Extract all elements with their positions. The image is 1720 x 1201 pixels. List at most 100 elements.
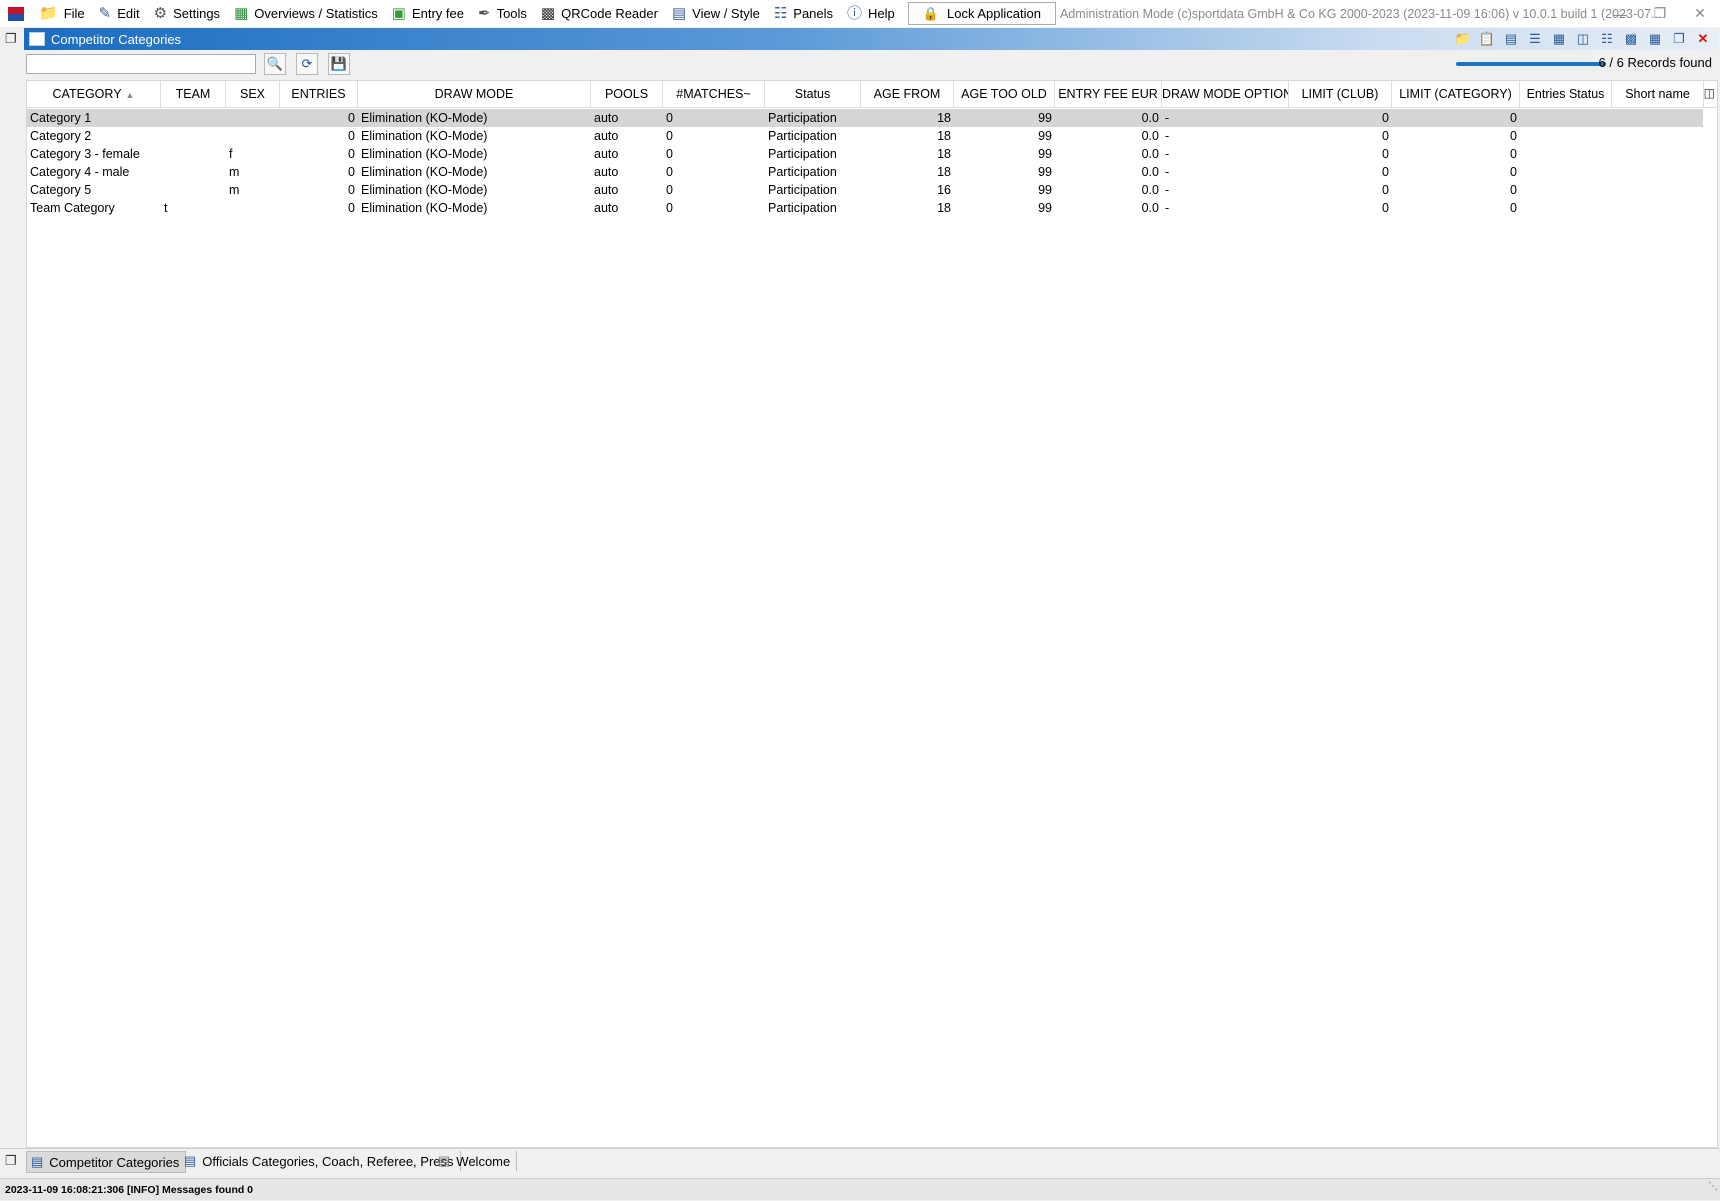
cell-draw-mode-option[interactable]: - — [1162, 181, 1289, 199]
cell-status[interactable]: Participation — [765, 199, 861, 217]
cell-sex[interactable]: m — [226, 181, 280, 199]
app-logo-icon[interactable] — [8, 6, 24, 21]
cell-pools[interactable]: auto — [591, 181, 663, 199]
cell-entries[interactable]: 0 — [280, 163, 358, 181]
cell-draw-mode-option[interactable]: - — [1162, 163, 1289, 181]
cell-pools[interactable]: auto — [591, 163, 663, 181]
cell-short-name[interactable] — [1612, 181, 1704, 199]
cell-status[interactable]: Participation — [765, 127, 861, 145]
column-header-entry-fee[interactable]: ENTRY FEE EUR — [1055, 81, 1162, 107]
cell-matches[interactable]: 0 — [663, 109, 765, 127]
cell-limit-category[interactable]: 0 — [1392, 181, 1520, 199]
lock-application-button[interactable]: 🔒 Lock Application — [907, 2, 1056, 25]
refresh-button[interactable]: ⟳ — [296, 53, 318, 75]
column-header-age-from[interactable]: AGE FROM — [861, 81, 954, 107]
cell-entries[interactable]: 0 — [280, 181, 358, 199]
cell-limit-club[interactable]: 0 — [1289, 109, 1392, 127]
cell-entries-status[interactable] — [1520, 127, 1612, 145]
cell-limit-club[interactable]: 0 — [1289, 199, 1392, 217]
column-header-draw-mode[interactable]: DRAW MODE — [358, 81, 591, 107]
cell-category[interactable]: Category 1 — [27, 109, 161, 127]
column-header-category[interactable]: CATEGORY ▲ — [27, 81, 161, 107]
cell-age-too-old[interactable]: 99 — [954, 199, 1055, 217]
column-header-draw-mode-option[interactable]: DRAW MODE OPTION — [1162, 81, 1289, 107]
minimize-button[interactable]: — — [1600, 0, 1640, 27]
cell-age-too-old[interactable]: 99 — [954, 145, 1055, 163]
cell-status[interactable]: Participation — [765, 163, 861, 181]
cell-draw-mode-option[interactable]: - — [1162, 199, 1289, 217]
table-row[interactable]: Category 1 0 Elimination (KO-Mode) auto 0 Par… — [27, 109, 1703, 127]
cell-age-from[interactable]: 16 — [861, 181, 954, 199]
cell-team[interactable]: t — [161, 199, 226, 217]
cell-entries-status[interactable] — [1520, 163, 1612, 181]
columns-icon[interactable]: ◫ — [1574, 30, 1592, 48]
detach-window-icon[interactable]: ❐ — [1670, 30, 1688, 48]
column-header-sex[interactable]: SEX — [226, 81, 280, 107]
new-record-icon[interactable]: 📁 — [1454, 30, 1472, 48]
cell-entries-status[interactable] — [1520, 181, 1612, 199]
rows-icon[interactable]: ☷ — [1598, 30, 1616, 48]
cell-sex[interactable]: f — [226, 145, 280, 163]
resize-grip-icon[interactable]: ⋱ — [1708, 1176, 1718, 1198]
cell-draw-mode-option[interactable]: - — [1162, 145, 1289, 163]
cell-age-too-old[interactable]: 99 — [954, 109, 1055, 127]
cell-matches[interactable]: 0 — [663, 145, 765, 163]
column-chooser-icon[interactable]: ◫ — [1704, 86, 1715, 100]
column-header-team[interactable]: TEAM — [161, 81, 226, 107]
cell-short-name[interactable] — [1612, 199, 1704, 217]
cell-entries[interactable]: 0 — [280, 145, 358, 163]
cell-limit-category[interactable]: 0 — [1392, 163, 1520, 181]
column-header-matches[interactable]: #MATCHES~ — [663, 81, 765, 107]
cell-limit-club[interactable]: 0 — [1289, 181, 1392, 199]
table-icon[interactable]: ▦ — [1646, 30, 1664, 48]
cell-short-name[interactable] — [1612, 109, 1704, 127]
menu-settings[interactable]: ⚙ Settings — [147, 0, 227, 27]
cell-sex[interactable]: m — [226, 163, 280, 181]
cell-limit-club[interactable]: 0 — [1289, 145, 1392, 163]
list-view-icon[interactable]: ☰ — [1526, 30, 1544, 48]
menu-entry-fee[interactable]: ▣ Entry fee — [385, 0, 471, 27]
menu-overviews[interactable]: ▦ Overviews / Statistics — [227, 0, 385, 27]
cell-age-from[interactable]: 18 — [861, 127, 954, 145]
cell-entry-fee[interactable]: 0.0 — [1055, 109, 1162, 127]
menu-file[interactable]: 📁 File — [32, 0, 92, 27]
table-row[interactable]: Category 2 0 Elimination (KO-Mode) auto 0 Par… — [27, 127, 1703, 145]
cell-draw-mode-option[interactable]: - — [1162, 127, 1289, 145]
cell-limit-category[interactable]: 0 — [1392, 127, 1520, 145]
cell-sex[interactable] — [226, 109, 280, 127]
column-header-entries[interactable]: ENTRIES — [280, 81, 358, 107]
cell-team[interactable] — [161, 163, 226, 181]
column-header-status[interactable]: Status — [765, 81, 861, 107]
menu-view-style[interactable]: ▤ View / Style — [665, 0, 767, 27]
close-panel-icon[interactable]: ✕ — [1694, 30, 1712, 48]
cell-entries-status[interactable] — [1520, 109, 1612, 127]
search-input[interactable] — [26, 54, 256, 74]
cell-matches[interactable]: 0 — [663, 127, 765, 145]
column-header-age-too-old[interactable]: AGE TOO OLD — [954, 81, 1055, 107]
cell-entry-fee[interactable]: 0.0 — [1055, 127, 1162, 145]
column-header-pools[interactable]: POOLS — [591, 81, 663, 107]
cell-short-name[interactable] — [1612, 163, 1704, 181]
cell-limit-category[interactable]: 0 — [1392, 145, 1520, 163]
panels-toggle-icon[interactable]: ❐ — [5, 32, 19, 46]
tab-competitor-categories[interactable]: ▤ Competitor Categories — [26, 1151, 187, 1173]
cell-draw-mode[interactable]: Elimination (KO-Mode) — [358, 181, 591, 199]
cell-matches[interactable]: 0 — [663, 181, 765, 199]
search-button[interactable]: 🔍 — [264, 53, 286, 75]
cell-draw-mode[interactable]: Elimination (KO-Mode) — [358, 109, 591, 127]
cell-entry-fee[interactable]: 0.0 — [1055, 163, 1162, 181]
menu-edit[interactable]: ✎ Edit — [92, 0, 147, 27]
close-window-button[interactable]: ✕ — [1680, 0, 1720, 27]
cell-short-name[interactable] — [1612, 127, 1704, 145]
cell-age-too-old[interactable]: 99 — [954, 181, 1055, 199]
cell-pools[interactable]: auto — [591, 199, 663, 217]
cell-status[interactable]: Participation — [765, 145, 861, 163]
cell-short-name[interactable] — [1612, 145, 1704, 163]
form-view-icon[interactable]: ▤ — [1502, 30, 1520, 48]
cell-category[interactable]: Category 2 — [27, 127, 161, 145]
cell-category[interactable]: Category 4 - male — [27, 163, 161, 181]
cell-age-from[interactable]: 18 — [861, 163, 954, 181]
cell-pools[interactable]: auto — [591, 145, 663, 163]
cell-team[interactable] — [161, 181, 226, 199]
paste-icon[interactable]: 📋 — [1478, 30, 1496, 48]
